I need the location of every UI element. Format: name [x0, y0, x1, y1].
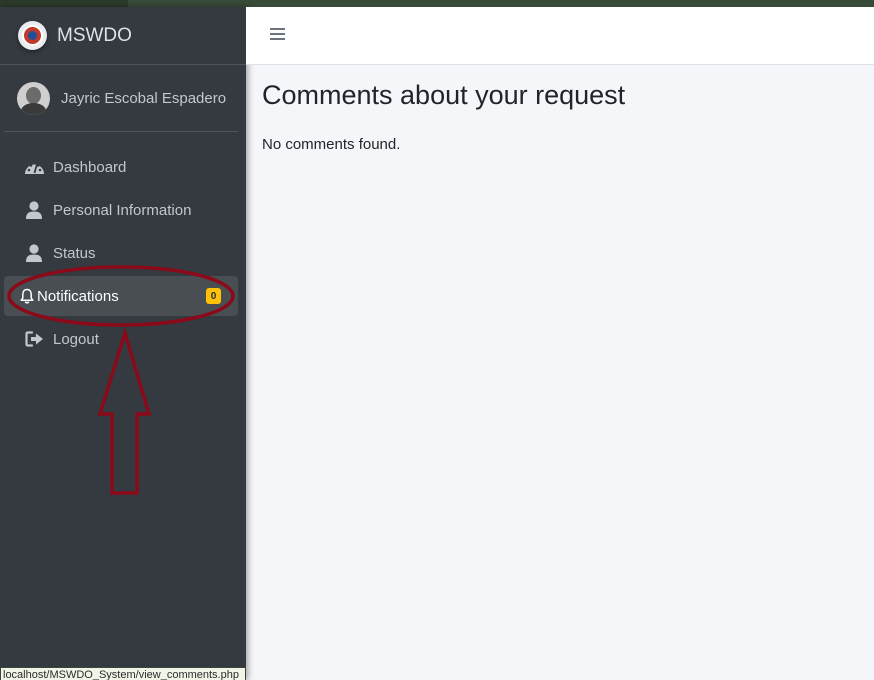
browser-tab-highlight: [128, 0, 874, 7]
browser-top-strip: [0, 0, 874, 7]
status-bar-url: localhost/MSWDO_System/view_comments.php: [0, 667, 246, 680]
sidebar-item-logout[interactable]: Logout: [4, 319, 238, 359]
empty-comments-message: No comments found.: [262, 136, 401, 153]
user-icon: [23, 243, 45, 263]
tachometer-icon: [23, 157, 45, 177]
brand-link[interactable]: MSWDO: [0, 7, 246, 65]
bell-icon: [18, 286, 36, 306]
user-icon: [23, 200, 45, 220]
sign-out-icon: [23, 329, 45, 349]
sidebar-item-status[interactable]: Status: [4, 233, 238, 273]
top-navbar: [246, 7, 874, 65]
avatar: [17, 81, 50, 115]
sidebar-item-label: Notifications: [37, 287, 119, 305]
sidebar-item-label: Personal Information: [53, 201, 192, 219]
content-area: Comments about your request No comments …: [262, 80, 625, 153]
main-sidebar: MSWDO Jayric Escobal Espadero Dashboard …: [0, 7, 246, 680]
user-panel[interactable]: Jayric Escobal Espadero: [4, 65, 238, 132]
sidebar-item-dashboard[interactable]: Dashboard: [4, 147, 238, 187]
page-title: Comments about your request: [262, 80, 626, 110]
sidebar-nav: Dashboard Personal Information Status No…: [4, 147, 238, 362]
notification-count-badge: 0: [206, 288, 221, 304]
brand-name: MSWDO: [57, 24, 132, 46]
sidebar-item-label: Logout: [53, 330, 99, 348]
hamburger-menu-icon[interactable]: [270, 28, 285, 42]
brand-logo: [18, 21, 47, 50]
sidebar-item-label: Dashboard: [53, 158, 127, 176]
user-name[interactable]: Jayric Escobal Espadero: [61, 90, 226, 107]
sidebar-item-label: Status: [53, 244, 96, 262]
sidebar-item-personal-information[interactable]: Personal Information: [4, 190, 238, 230]
sidebar-item-notifications[interactable]: Notifications 0: [4, 276, 238, 316]
